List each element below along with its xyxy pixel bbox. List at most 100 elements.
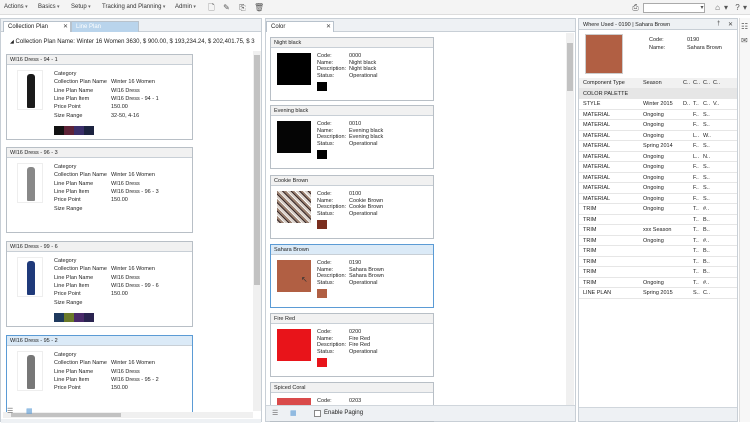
color-swatch[interactable] xyxy=(84,313,94,322)
color-card[interactable]: Fire Red Code: 0200 Name: Fire Red Descriptio… xyxy=(270,313,434,377)
color-swatch[interactable] xyxy=(64,313,74,322)
grid-view-icon[interactable]: ▦ xyxy=(290,409,297,417)
color-card[interactable]: Cookie Brown Code: 0100 Name: Cookie Brown De… xyxy=(270,175,434,239)
color-card[interactable]: Evening black Code: 0010 Name: Evening black… xyxy=(270,105,434,169)
tab-collection-plan[interactable]: Collection Plan ✕ xyxy=(3,21,71,32)
color-swatch[interactable] xyxy=(317,220,327,229)
color-card[interactable]: Sahara Brown Code: 0190 Name: Sahara Brown De… xyxy=(270,244,434,308)
column-header[interactable]: C.. xyxy=(713,80,725,86)
color-swatch[interactable] xyxy=(317,358,327,367)
column-header[interactable]: C.. xyxy=(703,80,713,86)
table-row[interactable]: TRIM Ongoing T.. #.. xyxy=(579,236,737,246)
table-row[interactable]: MATERIAL Ongoing L.. W.. xyxy=(579,131,737,141)
chevron-down-icon[interactable]: ▾ xyxy=(723,3,729,12)
color-swatch[interactable] xyxy=(64,126,74,135)
table-row[interactable]: MATERIAL Ongoing F.. S.. xyxy=(579,120,737,131)
scroll-thumb[interactable] xyxy=(567,43,573,91)
plan-item-card[interactable]: WI16 Dress - 94 - 1 Category Collection Pl… xyxy=(6,54,193,140)
delete-icon[interactable]: 🗑 xyxy=(254,3,264,12)
table-row[interactable]: MATERIAL Spring 2014 F.. S.. xyxy=(579,141,737,152)
tab-color[interactable]: Color ✕ xyxy=(266,21,334,32)
table-row[interactable]: TRIM T.. B.. xyxy=(579,257,737,267)
chevron-down-icon[interactable]: ▾ xyxy=(698,3,706,13)
plan-item-card[interactable]: WI16 Dress - 99 - 6 Category Collection Pl… xyxy=(6,241,193,327)
color-swatch[interactable] xyxy=(54,313,64,322)
close-icon[interactable]: ✕ xyxy=(63,23,68,30)
home-icon[interactable]: ⌂ xyxy=(713,3,722,12)
filter-icon[interactable]: ☷ xyxy=(741,22,748,31)
close-icon[interactable]: ✕ xyxy=(728,21,733,28)
column-header[interactable]: C.. xyxy=(683,80,693,86)
table-row[interactable]: TRIM T.. B.. xyxy=(579,246,737,257)
table-row[interactable]: MATERIAL Ongoing F.. S.. xyxy=(579,173,737,183)
list-view-icon[interactable]: ☰ xyxy=(272,409,278,417)
tab-line-plan[interactable]: Line Plan xyxy=(71,21,139,32)
scroll-thumb[interactable] xyxy=(254,55,260,285)
plan-item-card[interactable]: WI16 Dress - 96 - 3 Category Collection Pl… xyxy=(6,147,193,233)
code-value: 0190 xyxy=(687,37,700,43)
table-row[interactable]: TRIM Ongoing T.. #.. xyxy=(579,278,737,288)
table-cell: L.. xyxy=(693,132,700,139)
table-row[interactable]: MATERIAL Ongoing L.. N.. xyxy=(579,152,737,162)
column-header[interactable]: Season xyxy=(643,80,681,86)
list-view-icon[interactable]: ☰ xyxy=(7,407,13,415)
color-swatch[interactable] xyxy=(74,126,84,135)
table-cell: F.. xyxy=(693,143,699,149)
collapse-icon[interactable]: ◢ xyxy=(10,39,14,45)
table-row[interactable]: LINE PLAN Spring 2015 S.. C.. xyxy=(579,288,737,299)
color-swatch[interactable] xyxy=(317,150,327,159)
left-scrollbar[interactable] xyxy=(253,51,261,411)
comment-icon[interactable]: ✉ xyxy=(741,36,748,45)
card-title: Sahara Brown xyxy=(271,245,433,255)
table-row[interactable]: MATERIAL Ongoing F.. S.. xyxy=(579,194,737,204)
enable-paging-checkbox[interactable] xyxy=(314,410,321,417)
field-label: Collection Plan Name xyxy=(54,360,107,367)
middle-scrollbar[interactable] xyxy=(566,33,574,405)
color-swatch[interactable] xyxy=(317,82,327,91)
field-label: Category xyxy=(54,71,77,77)
color-swatch[interactable] xyxy=(54,126,64,135)
color-swatch[interactable] xyxy=(84,126,94,135)
menu-admin[interactable]: Admin xyxy=(175,4,196,10)
column-header[interactable]: Component Type xyxy=(583,80,641,86)
table-row[interactable]: MATERIAL Ongoing F.. S.. xyxy=(579,162,737,173)
table-cell: T.. xyxy=(693,269,699,275)
table-cell: N.. xyxy=(703,153,711,160)
field-label: Collection Plan Name xyxy=(54,266,107,273)
color-panel: Color ✕ Night black Code: 0000 Name: Night b… xyxy=(265,18,576,422)
menu-setup[interactable]: Setup xyxy=(71,4,91,10)
pin-icon[interactable]: † xyxy=(717,21,720,27)
close-icon[interactable]: ✕ xyxy=(326,23,331,30)
menu-actions[interactable]: Actions xyxy=(4,4,28,10)
table-cell: Ongoing xyxy=(643,153,664,160)
table-row[interactable]: STYLE Winter 2015 D.. T.. C.. V.. xyxy=(579,99,737,110)
horizontal-scrollbar[interactable] xyxy=(3,412,253,418)
menu-tracking-and-planning[interactable]: Tracking and Planning xyxy=(102,4,165,10)
table-row[interactable]: TRIM T.. B.. xyxy=(579,267,737,278)
color-card[interactable]: Night black Code: 0000 Name: Night black Desc… xyxy=(270,37,434,101)
column-header[interactable]: C.. xyxy=(693,80,703,86)
edit-icon[interactable]: ✎ xyxy=(222,3,231,12)
printer-icon[interactable]: ⎙ xyxy=(631,3,640,12)
table-row[interactable]: TRIM xxx Season T.. B.. xyxy=(579,225,737,236)
field-value: WI16 Dress xyxy=(111,368,140,375)
quick-search-input[interactable] xyxy=(643,3,705,13)
field-label: Price Point xyxy=(54,385,81,392)
color-swatch[interactable] xyxy=(74,313,84,322)
plan-item-card[interactable]: WI16 Dress - 95 - 2 Category Collection Pl… xyxy=(6,335,193,415)
new-document-icon[interactable]: 🗋 xyxy=(207,3,216,12)
chevron-down-icon[interactable]: ▾ xyxy=(742,3,748,12)
color-swatch[interactable] xyxy=(317,289,327,298)
table-cell: T.. xyxy=(693,227,699,233)
table-row[interactable]: MATERIAL Ongoing F.. S.. xyxy=(579,110,737,120)
table-row[interactable]: MATERIAL Ongoing F.. S.. xyxy=(579,183,737,194)
field-label: Line Plan Name xyxy=(54,274,94,281)
help-icon[interactable]: ? xyxy=(733,3,742,12)
table-row[interactable]: TRIM T.. B.. xyxy=(579,215,737,225)
copy-icon[interactable]: ⎘ xyxy=(238,3,247,12)
menu-basics[interactable]: Basics xyxy=(38,4,60,10)
field-value: Operational xyxy=(349,140,378,147)
grid-view-icon[interactable]: ▦ xyxy=(26,407,33,415)
table-row[interactable]: TRIM Ongoing T.. #.. xyxy=(579,204,737,215)
table-row[interactable]: COLOR PALETTE xyxy=(579,88,737,99)
